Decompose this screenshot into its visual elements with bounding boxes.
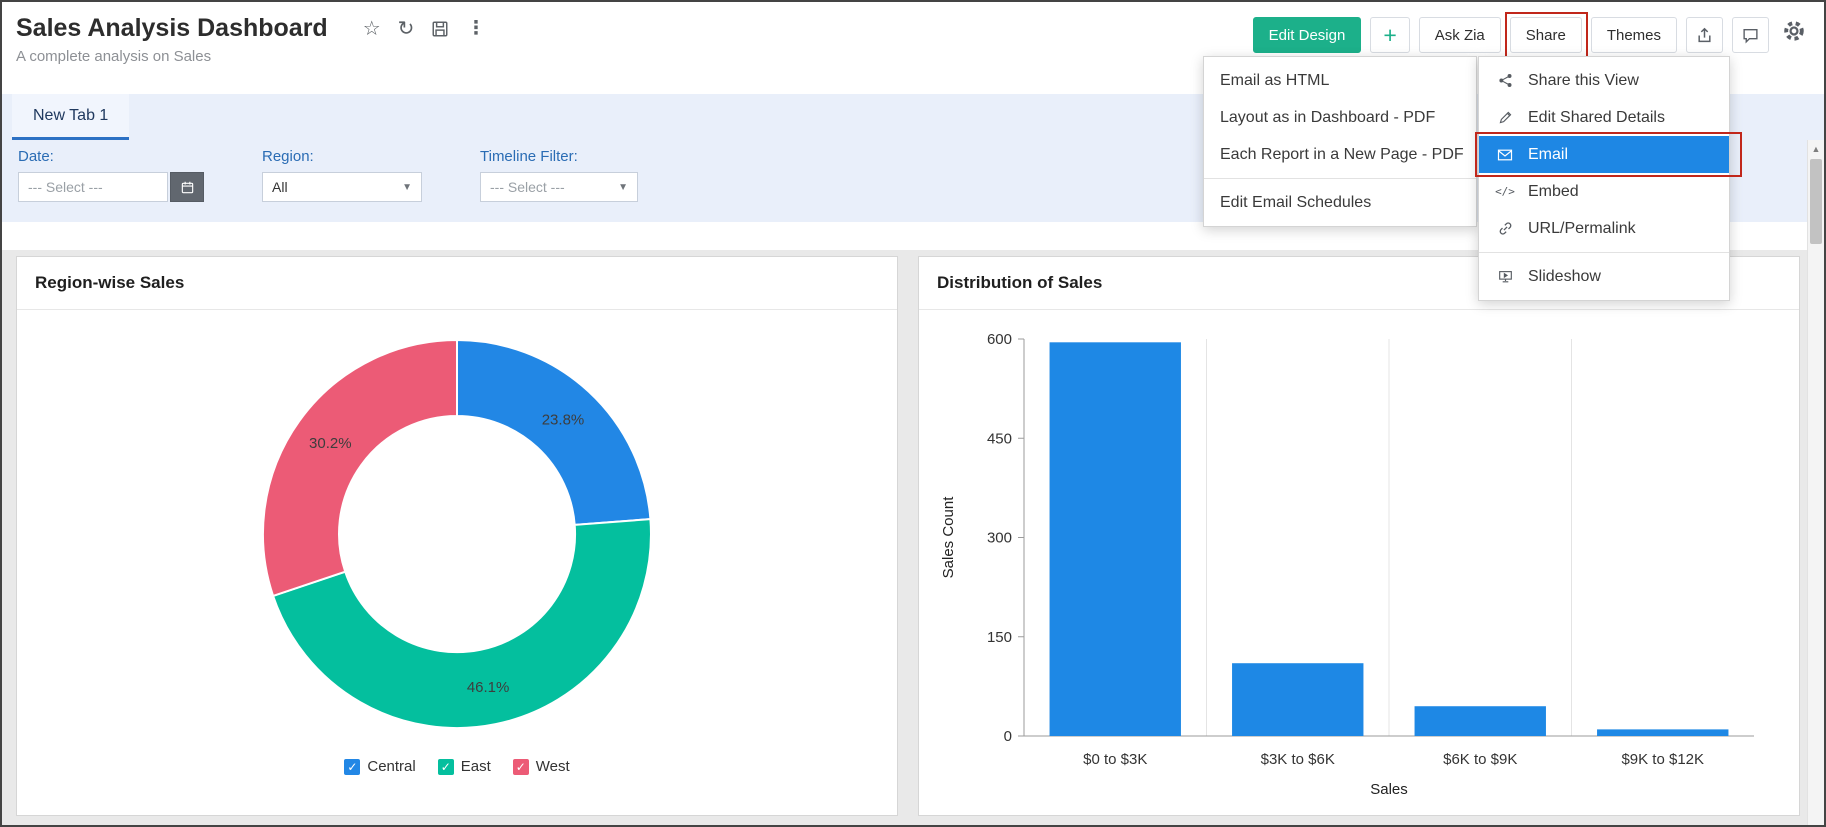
calendar-button[interactable]: [170, 172, 204, 202]
svg-text:Sales Count: Sales Count: [940, 496, 957, 579]
region-filter-group: Region: All ▼: [262, 148, 422, 222]
share-button[interactable]: Share: [1510, 17, 1582, 53]
bar-chart: 0 150 300 450 600 $0 to $3K $3K to $6K $6K to $…: [929, 314, 1789, 814]
menu-item-label: Embed: [1528, 183, 1579, 201]
timeline-filter-label: Timeline Filter:: [480, 148, 638, 165]
menu-item-email-as-html[interactable]: Email as HTML: [1204, 62, 1476, 99]
legend-item-central[interactable]: Central: [344, 758, 415, 775]
date-filter-input[interactable]: --- Select ---: [18, 172, 168, 202]
date-filter-group: Date: --- Select ---: [18, 148, 204, 222]
comment-icon: [1742, 27, 1759, 44]
menu-item-label: Edit Shared Details: [1528, 109, 1665, 127]
dashboard-content: Region-wise Sales 23.8% 46.1% 30.2% Centra…: [2, 250, 1824, 825]
svg-text:23.8%: 23.8%: [542, 412, 585, 429]
donut-chart: 23.8% 46.1% 30.2%: [227, 316, 687, 756]
favorite-star-icon[interactable]: ☆: [363, 19, 381, 39]
envelope-icon: [1495, 147, 1515, 163]
timeline-filter-select[interactable]: --- Select --- ▼: [480, 172, 638, 202]
legend-item-east[interactable]: East: [438, 758, 491, 775]
chevron-down-icon: ▼: [402, 182, 412, 193]
distribution-of-sales-card: Distribution of Sales 0150300450600$0 to…: [918, 256, 1800, 816]
svg-text:$3K to $6K: $3K to $6K: [1261, 751, 1335, 768]
menu-item-email[interactable]: Email: [1479, 136, 1729, 173]
save-icon[interactable]: [431, 20, 449, 38]
legend-label: East: [461, 758, 491, 775]
legend-checkbox[interactable]: [438, 759, 454, 775]
date-filter-label: Date:: [18, 148, 204, 165]
menu-divider: [1479, 252, 1729, 253]
more-options-icon[interactable]: ⋮: [466, 19, 485, 38]
menu-item-edit-shared-details[interactable]: Edit Shared Details: [1479, 99, 1729, 136]
vertical-scrollbar[interactable]: ▲: [1807, 140, 1824, 825]
timeline-filter-group: Timeline Filter: --- Select --- ▼: [480, 148, 638, 222]
svg-text:$0 to $3K: $0 to $3K: [1083, 751, 1147, 768]
menu-divider: [1204, 178, 1476, 179]
menu-item-slideshow[interactable]: Slideshow: [1479, 258, 1729, 295]
page-title: Sales Analysis Dashboard: [16, 14, 328, 43]
menu-item-layout-as-in-dashboard-pdf[interactable]: Layout as in Dashboard - PDF: [1204, 99, 1476, 136]
gear-icon: [1782, 19, 1806, 43]
refresh-icon[interactable]: ↻: [398, 19, 415, 39]
svg-text:450: 450: [987, 430, 1012, 447]
menu-item-url-permalink[interactable]: URL/Permalink: [1479, 210, 1729, 247]
menu-item-label: URL/Permalink: [1528, 220, 1636, 238]
svg-text:46.1%: 46.1%: [467, 679, 510, 696]
share-nodes-icon: [1495, 73, 1515, 88]
svg-text:$6K to $9K: $6K to $9K: [1443, 751, 1517, 768]
svg-text:$9K to $12K: $9K to $12K: [1621, 751, 1704, 768]
menu-item-embed[interactable]: </> Embed: [1479, 173, 1729, 210]
app-window: Sales Analysis Dashboard ☆ ↻ ⋮ A complet…: [0, 0, 1826, 827]
edit-design-button[interactable]: Edit Design: [1253, 17, 1362, 53]
share-button-annotation: Share: [1510, 17, 1582, 53]
export-icon: [1696, 27, 1713, 44]
date-filter-value: --- Select ---: [28, 179, 103, 195]
donut-legend: Central East West: [344, 758, 569, 775]
region-filter-select[interactable]: All ▼: [262, 172, 422, 202]
legend-item-west[interactable]: West: [513, 758, 570, 775]
region-filter-label: Region:: [262, 148, 422, 165]
share-menu: Share this View Edit Shared Details Emai…: [1478, 56, 1730, 301]
svg-text:30.2%: 30.2%: [309, 435, 352, 452]
comments-button[interactable]: [1732, 17, 1769, 53]
timeline-filter-value: --- Select ---: [490, 179, 565, 195]
ask-zia-button[interactable]: Ask Zia: [1419, 17, 1501, 53]
svg-text:Sales: Sales: [1370, 781, 1408, 798]
scrollbar-thumb[interactable]: [1810, 159, 1822, 244]
settings-button[interactable]: [1778, 17, 1808, 48]
menu-item-each-report-new-page-pdf[interactable]: Each Report in a New Page - PDF: [1204, 136, 1476, 173]
menu-item-edit-email-schedules[interactable]: Edit Email Schedules: [1204, 184, 1476, 221]
email-options-menu: Email as HTML Layout as in Dashboard - P…: [1203, 56, 1477, 227]
svg-text:150: 150: [987, 629, 1012, 646]
svg-text:600: 600: [987, 331, 1012, 348]
legend-label: West: [536, 758, 570, 775]
chevron-down-icon: ▼: [618, 182, 628, 193]
region-wise-sales-card: Region-wise Sales 23.8% 46.1% 30.2% Centra…: [16, 256, 898, 816]
legend-checkbox[interactable]: [513, 759, 529, 775]
menu-item-label: Email: [1528, 146, 1568, 164]
code-icon: </>: [1495, 185, 1515, 198]
annotation-red-box: [1475, 132, 1742, 177]
pencil-icon: [1495, 110, 1515, 125]
add-report-button[interactable]: +: [1370, 17, 1409, 53]
menu-item-label: Share this View: [1528, 72, 1639, 90]
calendar-icon: [180, 180, 195, 195]
menu-item-share-this-view[interactable]: Share this View: [1479, 62, 1729, 99]
tab-new-tab-1[interactable]: New Tab 1: [12, 94, 129, 140]
region-filter-value: All: [272, 179, 288, 195]
page-subtitle: A complete analysis on Sales: [16, 48, 485, 65]
legend-label: Central: [367, 758, 415, 775]
link-icon: [1495, 221, 1515, 236]
themes-button[interactable]: Themes: [1591, 17, 1677, 53]
legend-checkbox[interactable]: [344, 759, 360, 775]
svg-text:0: 0: [1004, 728, 1012, 745]
export-button[interactable]: [1686, 17, 1723, 53]
title-block: Sales Analysis Dashboard ☆ ↻ ⋮ A complet…: [16, 14, 485, 94]
svg-text:300: 300: [987, 530, 1012, 547]
scroll-up-arrow[interactable]: ▲: [1808, 140, 1824, 158]
slideshow-icon: [1495, 269, 1515, 284]
card-title: Region-wise Sales: [17, 257, 897, 310]
menu-item-label: Slideshow: [1528, 268, 1601, 286]
